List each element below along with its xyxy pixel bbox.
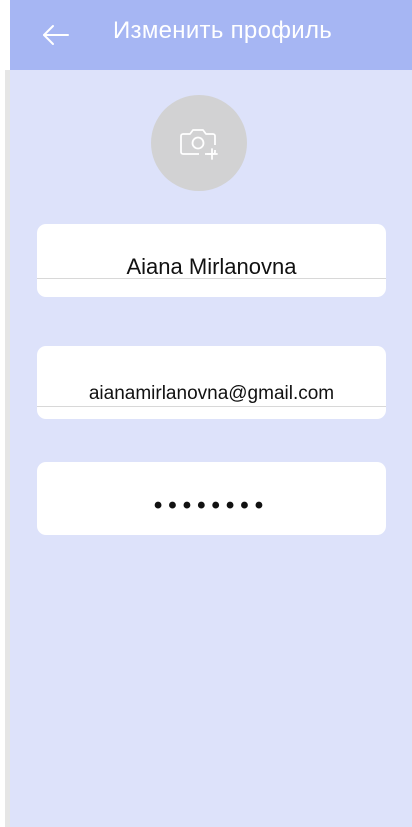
back-button[interactable] <box>38 20 74 50</box>
avatar-upload-button[interactable] <box>151 95 247 191</box>
email-underline <box>37 406 386 407</box>
arrow-left-icon <box>43 25 69 45</box>
top-app-bar: Изменить профиль <box>10 0 412 70</box>
edit-profile-screen: Изменить профиль Aiana Mirlanovna aianam… <box>10 0 412 827</box>
email-field[interactable]: aianamirlanovna@gmail.com <box>37 346 386 419</box>
camera-add-icon <box>180 129 218 160</box>
left-edge <box>0 0 10 827</box>
password-value: •••••••• <box>153 492 270 519</box>
email-value: aianamirlanovna@gmail.com <box>88 383 335 404</box>
password-field[interactable]: •••••••• <box>37 462 386 535</box>
name-value: Aiana Mirlanovna <box>126 254 297 279</box>
name-underline <box>37 278 386 279</box>
name-field[interactable]: Aiana Mirlanovna <box>37 224 386 297</box>
page-title: Изменить профиль <box>113 17 333 44</box>
